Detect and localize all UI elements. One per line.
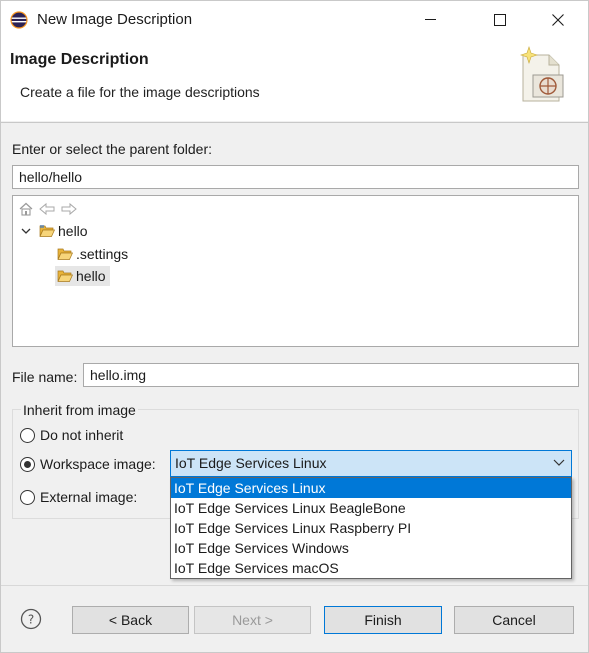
tree-toolbar <box>19 202 77 218</box>
folder-open-icon <box>57 270 73 282</box>
page-title: Image Description <box>10 51 149 68</box>
maximize-icon <box>494 14 506 26</box>
dropdown-option[interactable]: IoT Edge Services macOS <box>171 558 571 578</box>
workspace-image-dropdown: IoT Edge Services Linux IoT Edge Service… <box>170 477 572 579</box>
folder-open-icon <box>57 248 73 260</box>
radio-external-image[interactable]: External image: <box>20 489 137 505</box>
window-title: New Image Description <box>37 11 193 28</box>
file-name-label: File name: <box>12 369 78 385</box>
chevron-down-icon[interactable] <box>553 458 565 468</box>
workspace-image-combo[interactable]: IoT Edge Services Linux <box>170 450 572 477</box>
radio-workspace-image[interactable]: Workspace image: <box>20 456 156 472</box>
banner-separator <box>1 122 588 123</box>
tree-item-label: hello <box>58 223 88 239</box>
tree-item-hello-project[interactable]: hello <box>19 221 88 241</box>
cancel-button[interactable]: Cancel <box>454 606 574 634</box>
maximize-button[interactable] <box>477 1 523 39</box>
folder-tree[interactable]: hello .settings hello <box>12 195 579 347</box>
radio-indicator[interactable] <box>20 427 35 443</box>
radio-indicator[interactable] <box>20 489 35 505</box>
tree-item-settings[interactable]: .settings <box>57 244 128 264</box>
tree-item-label: .settings <box>76 246 129 262</box>
back-arrow-icon[interactable] <box>39 202 55 216</box>
radio-label: Workspace image: <box>40 456 156 472</box>
parent-folder-input[interactable]: hello/hello <box>12 165 579 189</box>
button-bar-separator <box>1 585 588 586</box>
radio-do-not-inherit[interactable]: Do not inherit <box>20 427 123 443</box>
combo-value: IoT Edge Services Linux <box>175 455 327 471</box>
dropdown-option[interactable]: IoT Edge Services Linux BeagleBone <box>171 498 571 518</box>
title-bar: New Image Description <box>1 1 588 39</box>
next-button[interactable]: Next > <box>194 606 311 634</box>
close-icon <box>552 14 564 26</box>
parent-folder-label: Enter or select the parent folder: <box>12 141 212 157</box>
svg-text:?: ? <box>28 613 34 627</box>
tree-item-hello-folder[interactable]: hello <box>55 266 110 286</box>
help-icon[interactable]: ? <box>20 608 42 630</box>
dropdown-option[interactable]: IoT Edge Services Linux Raspberry PI <box>171 518 571 538</box>
new-image-wizard-icon <box>520 46 564 102</box>
forward-arrow-icon[interactable] <box>61 202 77 216</box>
radio-label: External image: <box>40 489 138 505</box>
page-description: Create a file for the image descriptions <box>20 84 260 100</box>
folder-open-icon <box>39 225 55 237</box>
dialog-window: New Image Description Image Description … <box>0 0 589 653</box>
minimize-button[interactable] <box>407 1 453 39</box>
chevron-down-icon[interactable] <box>19 224 33 238</box>
back-button[interactable]: < Back <box>72 606 189 634</box>
eclipse-icon <box>10 11 28 29</box>
home-icon[interactable] <box>19 202 33 216</box>
dropdown-option[interactable]: IoT Edge Services Linux <box>171 478 571 498</box>
radio-label: Do not inherit <box>40 427 124 443</box>
inherit-group-label: Inherit from image <box>21 402 138 418</box>
file-name-input[interactable]: hello.img <box>83 363 579 387</box>
radio-indicator[interactable] <box>20 456 35 472</box>
minimize-icon <box>424 19 436 20</box>
close-button[interactable] <box>535 1 581 39</box>
wizard-banner: Image Description Create a file for the … <box>1 39 588 121</box>
finish-button[interactable]: Finish <box>324 606 442 634</box>
tree-item-label: hello <box>76 268 106 284</box>
dropdown-option[interactable]: IoT Edge Services Windows <box>171 538 571 558</box>
